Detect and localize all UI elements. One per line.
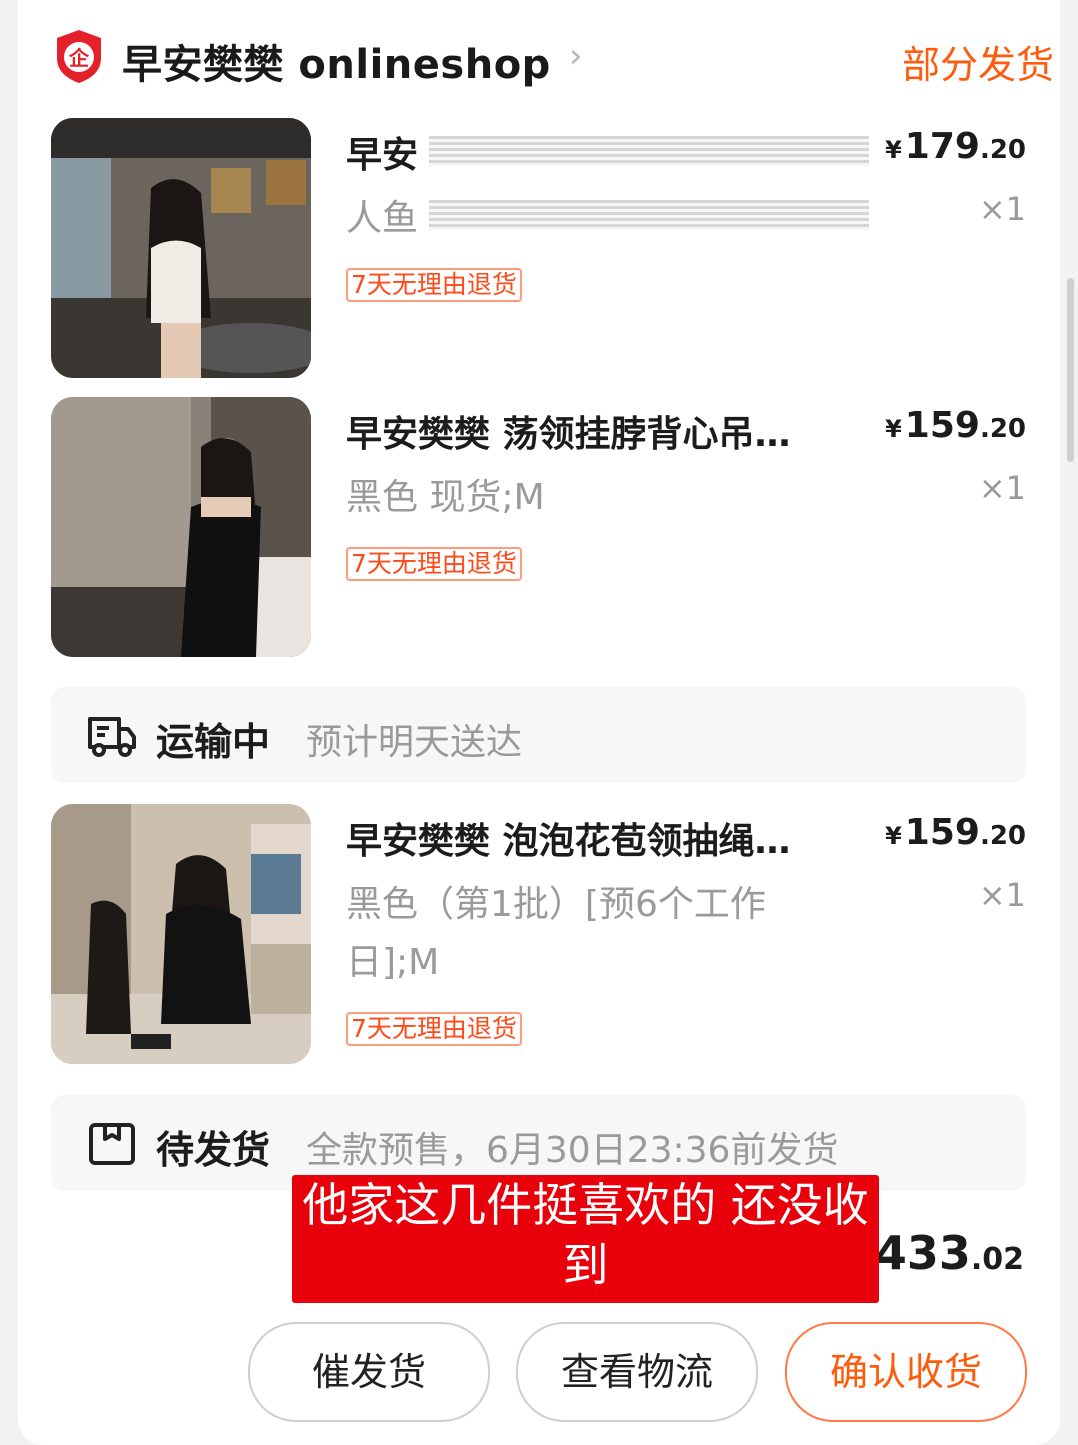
order-status: 部分发货: [901, 43, 1054, 87]
product-price: ¥159.20: [885, 812, 1026, 853]
shop-badge-icon: 企: [54, 28, 104, 84]
return-policy-tag: 7天无理由退货: [346, 547, 522, 581]
order-item[interactable]: 早安樊樊 泡泡花苞领抽绳… ¥159.20 黑色（第1批）[预6个工作日];M …: [51, 804, 1026, 1064]
shipping-status-desc: 全款预售，6月30日23:36前发货: [306, 1130, 839, 1171]
shop-header[interactable]: 企 早安樊樊 onlineshop › 部分发货: [54, 22, 1054, 92]
redacted-text: [429, 200, 869, 230]
product-price: ¥159.20: [885, 405, 1026, 446]
shipping-status-label: 运输中: [156, 720, 271, 764]
product-variant: 黑色（第1批）[预6个工作日];M: [346, 884, 766, 983]
product-quantity: ×1: [978, 190, 1026, 228]
urge-shipment-button[interactable]: 催发货: [248, 1322, 490, 1422]
return-policy-tag: 7天无理由退货: [346, 268, 522, 302]
truck-icon: [87, 713, 137, 759]
product-quantity: ×1: [978, 876, 1026, 914]
order-item[interactable]: 早安 ¥179.20 人鱼 ×1 7天无理由退货: [51, 118, 1026, 378]
box-icon: [87, 1121, 137, 1167]
product-price: ¥179.20: [885, 126, 1026, 167]
return-policy-tag: 7天无理由退货: [346, 1012, 522, 1046]
product-image[interactable]: [51, 397, 311, 657]
svg-text:企: 企: [68, 46, 90, 70]
view-logistics-button[interactable]: 查看物流: [516, 1322, 758, 1422]
order-total: ¥433.02: [855, 1226, 1024, 1280]
product-variant: 黑色 现货;M: [346, 477, 545, 518]
shipping-status-in-transit[interactable]: 运输中 预计明天送达: [51, 687, 1026, 783]
product-title[interactable]: 早安樊樊 泡泡花苞领抽绳…: [346, 812, 791, 864]
confirm-receipt-button[interactable]: 确认收货: [785, 1322, 1027, 1422]
shop-name[interactable]: 早安樊樊 onlineshop: [122, 32, 551, 90]
scrollbar[interactable]: [1067, 278, 1074, 462]
product-title[interactable]: 早安樊樊 荡领挂脖背心吊…: [346, 405, 791, 457]
caption-overlay: 他家这几件挺喜欢的 还没收到: [292, 1175, 879, 1303]
shipping-status-desc: 预计明天送达: [306, 722, 523, 763]
product-image[interactable]: [51, 118, 311, 378]
redacted-text: [429, 136, 869, 166]
chevron-right-icon[interactable]: ›: [569, 36, 583, 76]
order-item[interactable]: 早安樊樊 荡领挂脖背心吊… ¥159.20 黑色 现货;M ×1 7天无理由退货: [51, 397, 1026, 657]
shipping-status-label: 待发货: [156, 1128, 271, 1172]
product-title[interactable]: 早安: [346, 126, 418, 178]
product-quantity: ×1: [978, 469, 1026, 507]
product-image[interactable]: [51, 804, 311, 1064]
